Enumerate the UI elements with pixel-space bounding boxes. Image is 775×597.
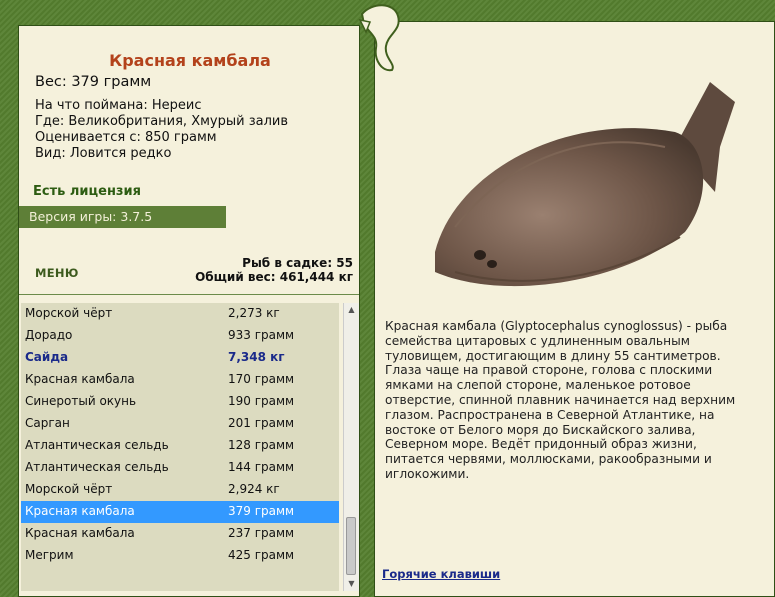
- description-line: семейства цитаровых с удлиненным овальны…: [385, 333, 690, 348]
- divider: [19, 294, 359, 295]
- list-item-weight: 128 грамм: [228, 438, 295, 452]
- fish-description: Красная камбала (Glyptocephalus cynoglos…: [385, 319, 760, 482]
- catch-list[interactable]: Морской чёрт 2,273 кг Дорадо 933 грамм Сайда…: [21, 303, 339, 591]
- list-item-name: Атлантическая сельдь: [25, 460, 169, 474]
- list-item-weight: 425 грамм: [228, 548, 295, 562]
- description-line: Северном море. Ведёт придонный образ жиз…: [385, 437, 697, 452]
- license-status: Есть лицензия: [33, 184, 141, 199]
- keep-summary: Рыб в садке: 55 Общий вес: 461,444 кг: [195, 256, 353, 284]
- fish-location: Где: Великобритания, Хмурый залив: [35, 114, 288, 129]
- fish-weight: Вес: 379 грамм: [35, 74, 152, 90]
- list-item-name: Атлантическая сельдь: [25, 438, 169, 452]
- list-item-weight: 379 грамм: [228, 504, 295, 518]
- description-line: ямками на слепой стороне, маленькое рото…: [385, 378, 691, 393]
- fish-description-panel: Красная камбала (Glyptocephalus cynoglos…: [374, 21, 775, 597]
- list-item-name: Синеротый окунь: [25, 394, 137, 408]
- list-item[interactable]: Атлантическая сельдь 128 грамм: [21, 435, 339, 457]
- list-item[interactable]: Красная камбала 237 грамм: [21, 523, 339, 545]
- description-line: востоке от Белого моря до Бискайского за…: [385, 422, 696, 437]
- fish-value: Оценивается с: 850 грамм: [35, 130, 217, 145]
- description-line: иглокожими.: [385, 466, 470, 481]
- list-item-name: Сарган: [25, 416, 70, 430]
- catch-info-panel: Красная камбала Вес: 379 грамм На что по…: [18, 25, 360, 597]
- list-item-weight: 201 грамм: [228, 416, 295, 430]
- description-line: Красная камбала (Glyptocephalus cynoglos…: [385, 319, 728, 333]
- list-item-weight: 170 грамм: [228, 372, 295, 386]
- list-item[interactable]: Синеротый окунь 190 грамм: [21, 391, 339, 413]
- arrow-up-icon[interactable]: ▲: [344, 303, 359, 317]
- list-item[interactable]: Атлантическая сельдь 144 грамм: [21, 457, 339, 479]
- arrow-down-icon[interactable]: ▼: [344, 577, 359, 591]
- list-item-weight: 144 грамм: [228, 460, 295, 474]
- description-line: питается червями, моллюсками, ракообразн…: [385, 452, 712, 467]
- list-item-name: Красная камбала: [25, 372, 135, 386]
- list-item-name: Морской чёрт: [25, 306, 113, 320]
- description-line: туловищем, достигающим в длину 55 сантим…: [385, 348, 721, 363]
- list-item-name: Красная камбала: [25, 504, 135, 518]
- total-weight: Общий вес: 461,444 кг: [195, 270, 353, 284]
- list-item-weight: 237 грамм: [228, 526, 295, 540]
- fish-title: Красная камбала: [109, 51, 271, 70]
- fish-kind: Вид: Ловится редко: [35, 146, 172, 161]
- list-item[interactable]: Красная камбала 379 грамм: [21, 501, 339, 523]
- list-item-weight: 7,348 кг: [228, 350, 285, 364]
- fish-image: [435, 82, 735, 287]
- fish-bait: На что поймана: Нереис: [35, 98, 202, 113]
- list-item[interactable]: Дорадо 933 грамм: [21, 325, 339, 347]
- list-item-name: Морской чёрт: [25, 482, 113, 496]
- menu-button[interactable]: МЕНЮ: [35, 266, 79, 280]
- list-item[interactable]: Морской чёрт 2,273 кг: [21, 303, 339, 325]
- list-item-weight: 2,273 кг: [228, 306, 280, 320]
- list-item-weight: 933 грамм: [228, 328, 295, 342]
- hotkeys-link[interactable]: Горячие клавиши: [382, 567, 500, 581]
- list-item[interactable]: Сайда 7,348 кг: [21, 347, 339, 369]
- list-item[interactable]: Морской чёрт 2,924 кг: [21, 479, 339, 501]
- list-item-name: Мегрим: [25, 548, 74, 562]
- description-line: Глаза чаще на правой стороне, голова с п…: [385, 363, 713, 378]
- list-item-name: Дорадо: [25, 328, 73, 342]
- list-item[interactable]: Красная камбала 170 грамм: [21, 369, 339, 391]
- list-item-name: Красная камбала: [25, 526, 135, 540]
- list-item[interactable]: Мегрим 425 грамм: [21, 545, 339, 567]
- keep-count: Рыб в садке: 55: [242, 256, 353, 270]
- version-bar: Версия игры: 3.7.5: [19, 206, 226, 228]
- seahorse-emblem-icon: [358, 4, 400, 72]
- scrollbar[interactable]: ▲ ▼: [343, 303, 359, 591]
- scrollbar-thumb[interactable]: [346, 517, 356, 575]
- list-item-weight: 190 грамм: [228, 394, 295, 408]
- description-line: глазом. Распространена в Северной Атлант…: [385, 407, 715, 422]
- list-item[interactable]: Сарган 201 грамм: [21, 413, 339, 435]
- list-item-name: Сайда: [25, 350, 69, 364]
- description-line: отверстие, спинной плавник начинается на…: [385, 392, 736, 407]
- list-item-weight: 2,924 кг: [228, 482, 280, 496]
